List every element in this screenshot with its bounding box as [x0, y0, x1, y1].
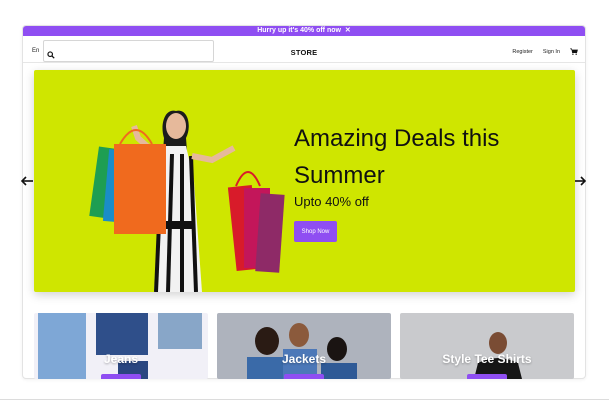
category-card-jeans[interactable]: Jeans — [34, 313, 208, 379]
top-navbar: En STORE Register Sign In — [23, 36, 585, 63]
account-nav: Register Sign In — [512, 48, 578, 55]
brand-logo[interactable]: STORE — [23, 48, 585, 57]
promo-text: Hurry up it's 40% off now — [257, 27, 341, 34]
hero-title: Amazing Deals this Summer — [294, 125, 500, 189]
category-label: Jeans — [103, 352, 139, 366]
category-label: Style Tee Shirts — [442, 352, 532, 366]
hero-subtitle: Upto 40% off — [294, 194, 369, 209]
jeans-image — [38, 313, 202, 379]
sign-in-link[interactable]: Sign In — [543, 49, 560, 55]
category-label: Jackets — [281, 352, 327, 366]
category-row: Jeans Jackets Style Tee Shirts — [34, 313, 575, 379]
category-shop-button[interactable] — [467, 374, 507, 379]
divider — [0, 399, 609, 400]
cart-icon[interactable] — [570, 48, 578, 55]
hero-model-image — [89, 110, 285, 292]
arrow-left-icon[interactable] — [20, 174, 34, 188]
category-card-tee-shirts[interactable]: Style Tee Shirts — [400, 313, 574, 379]
category-shop-button[interactable] — [284, 374, 324, 379]
arrow-right-icon[interactable] — [573, 174, 587, 188]
category-card-jackets[interactable]: Jackets — [217, 313, 391, 379]
close-icon[interactable]: ✕ — [345, 27, 351, 34]
shop-now-button[interactable]: Shop Now — [294, 221, 337, 242]
hero-banner: Amazing Deals this Summer Upto 40% off S… — [34, 70, 575, 292]
jackets-image — [247, 323, 357, 379]
promo-banner: Hurry up it's 40% off now ✕ — [23, 26, 585, 36]
tee-shirts-image — [474, 332, 522, 379]
category-shop-button[interactable] — [101, 374, 141, 379]
register-link[interactable]: Register — [512, 49, 532, 55]
